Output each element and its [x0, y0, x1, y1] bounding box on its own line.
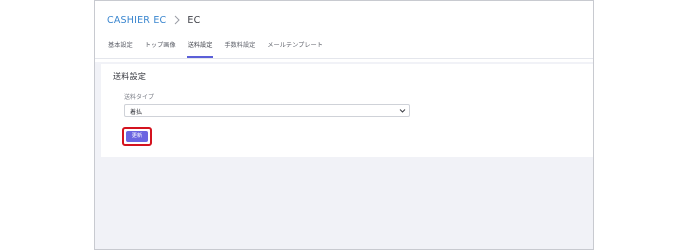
breadcrumb-current: EC [187, 14, 201, 26]
shipping-type-label: 送料タイプ [124, 94, 155, 101]
chevron-right-icon [171, 14, 183, 26]
chevron-down-icon [399, 108, 406, 114]
tab-fee-settings[interactable]: 手数料設定 [223, 40, 256, 56]
shipping-settings-card: 送料設定 送料タイプ 着払 更新 [101, 64, 593, 157]
page-header: CASHIER EC EC 基本設定 トップ画像 送料設定 手数料設定 メールテ… [95, 1, 593, 62]
shipping-type-select[interactable]: 着払 [124, 104, 410, 117]
tab-shipping-settings[interactable]: 送料設定 [186, 40, 214, 58]
tab-mail-template[interactable]: メールテンプレート [266, 40, 324, 56]
update-button[interactable]: 更新 [126, 131, 148, 142]
app-window: CASHIER EC EC 基本設定 トップ画像 送料設定 手数料設定 メールテ… [94, 0, 594, 250]
tabs-divider [95, 58, 593, 59]
section-title: 送料設定 [113, 72, 147, 81]
tab-top-image[interactable]: トップ画像 [144, 40, 177, 56]
shipping-type-value: 着払 [130, 109, 143, 116]
update-button-highlight: 更新 [122, 127, 152, 146]
breadcrumb: CASHIER EC EC [107, 13, 200, 27]
settings-tabs: 基本設定 トップ画像 送料設定 手数料設定 メールテンプレート [107, 40, 334, 58]
tab-basic-settings[interactable]: 基本設定 [107, 40, 134, 56]
breadcrumb-cashier-ec[interactable]: CASHIER EC [107, 15, 166, 26]
